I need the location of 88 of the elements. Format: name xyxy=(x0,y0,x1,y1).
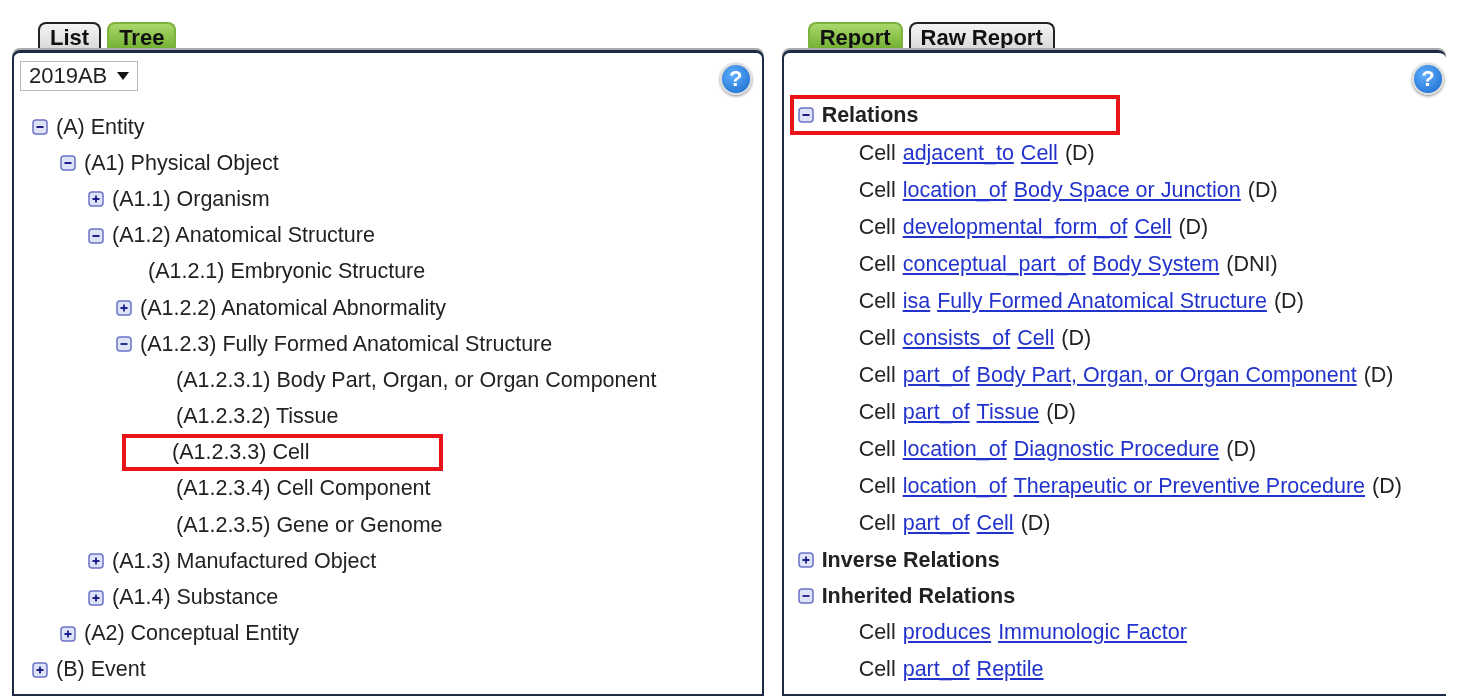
source-note: (D) xyxy=(1273,289,1304,314)
collapse-icon[interactable] xyxy=(88,227,104,244)
source-note: (D) xyxy=(1046,400,1076,425)
source-note: (D) xyxy=(1020,511,1051,536)
subject-text: Cell xyxy=(858,474,896,499)
section-title[interactable]: Inherited Relations xyxy=(821,583,1016,609)
subject-text: Cell xyxy=(858,511,896,536)
subject-text: Cell xyxy=(858,400,896,425)
expand-icon[interactable] xyxy=(116,300,132,317)
relation-link[interactable]: consists_of xyxy=(902,326,1011,351)
target-link[interactable]: Body Part, Organ, or Organ Component xyxy=(976,363,1357,388)
tree-item[interactable]: (A1.2.3.5) Gene or Genome xyxy=(176,510,443,540)
relation-link[interactable]: location_of xyxy=(902,474,1007,499)
collapse-icon[interactable] xyxy=(32,119,48,136)
section-title[interactable]: Inverse Relations xyxy=(821,547,1000,573)
collapse-icon[interactable] xyxy=(797,588,814,605)
relation-link[interactable]: part_of xyxy=(902,363,970,388)
tree-item[interactable]: (A1.2.3.1) Body Part, Organ, or Organ Component xyxy=(176,365,657,395)
target-link[interactable]: Body Space or Junction xyxy=(1013,178,1241,203)
collapse-icon[interactable] xyxy=(60,155,76,172)
source-note: (D) xyxy=(1064,141,1095,166)
expand-icon[interactable] xyxy=(88,191,104,208)
tree-item[interactable]: (A2) Conceptual Entity xyxy=(84,619,300,649)
target-link[interactable]: Cell xyxy=(1134,215,1172,240)
relation-link[interactable]: part_of xyxy=(902,511,970,536)
source-note: (D) xyxy=(1247,178,1278,203)
tree-item[interactable]: (A) Entity xyxy=(56,112,145,142)
target-link[interactable]: Cell xyxy=(1020,141,1058,166)
tree-item[interactable]: (A1.2.2) Anatomical Abnormality xyxy=(140,293,446,323)
relation-link[interactable]: developmental_form_of xyxy=(902,215,1128,240)
subject-text: Cell xyxy=(858,363,896,388)
relation-link[interactable]: adjacent_to xyxy=(902,141,1014,166)
tree-item[interactable]: (A1.3) Manufactured Object xyxy=(112,546,377,576)
version-dropdown[interactable]: 2019AB xyxy=(20,61,139,91)
source-note: (D) xyxy=(1363,363,1394,388)
subject-text: Cell xyxy=(858,657,896,683)
relation-link[interactable]: conceptual_part_of xyxy=(902,252,1086,277)
tab[interactable]: Report xyxy=(807,22,903,50)
source-note: (D) xyxy=(1372,474,1402,499)
relation-link[interactable]: isa xyxy=(902,289,931,314)
expand-icon[interactable] xyxy=(32,661,48,678)
subject-text: Cell xyxy=(858,178,896,203)
target-link[interactable]: Body System xyxy=(1092,252,1220,277)
subject-text: Cell xyxy=(858,326,896,351)
relation-link[interactable]: location_of xyxy=(902,178,1007,203)
tab[interactable]: Raw Report xyxy=(908,22,1055,50)
tree-item[interactable]: (A1.2.3) Fully Formed Anatomical Structure xyxy=(140,329,553,359)
source-note: (D) xyxy=(1226,437,1257,462)
target-link[interactable]: Immunologic Factor xyxy=(998,620,1187,646)
tree-item[interactable]: (A1.2.1) Embryonic Structure xyxy=(148,257,426,287)
section-title[interactable]: Relations xyxy=(821,102,919,128)
target-link[interactable]: Reptile xyxy=(976,657,1044,683)
subject-text: Cell xyxy=(858,215,896,240)
target-link[interactable]: Fully Formed Anatomical Structure xyxy=(937,289,1267,314)
relation-link[interactable]: part_of xyxy=(902,400,970,425)
tree-item[interactable]: (A1.2.3.4) Cell Component xyxy=(176,474,431,504)
subject-text: Cell xyxy=(858,141,896,166)
tree-item[interactable]: (A1.4) Substance xyxy=(112,583,279,613)
tree-item[interactable]: (A1.2) Anatomical Structure xyxy=(112,221,375,251)
relation-link[interactable]: produces xyxy=(902,620,992,646)
target-link[interactable]: Therapeutic or Preventive Procedure xyxy=(1013,474,1366,499)
target-link[interactable]: Cell xyxy=(976,511,1014,536)
subject-text: Cell xyxy=(858,437,896,462)
relation-link[interactable]: part_of xyxy=(902,657,970,683)
target-link[interactable]: Diagnostic Procedure xyxy=(1013,437,1220,462)
subject-text: Cell xyxy=(858,252,896,277)
source-note: (D) xyxy=(1178,215,1209,240)
collapse-icon[interactable] xyxy=(116,336,132,353)
tab[interactable]: Tree xyxy=(107,22,177,50)
caret-icon xyxy=(117,71,130,81)
source-note: (D) xyxy=(1061,326,1092,351)
tree-item[interactable]: (A1.2.3.3) Cell xyxy=(122,434,444,472)
tree-item[interactable]: (A1.1) Organism xyxy=(112,184,270,214)
expand-icon[interactable] xyxy=(60,625,76,642)
subject-text: Cell xyxy=(858,289,896,314)
collapse-icon[interactable] xyxy=(797,107,814,123)
tree-item[interactable]: (A1.2.3.2) Tissue xyxy=(176,402,339,432)
tab[interactable]: List xyxy=(38,22,102,50)
expand-icon[interactable] xyxy=(88,553,104,570)
expand-icon[interactable] xyxy=(88,589,104,606)
target-link[interactable]: Cell xyxy=(1017,326,1055,351)
source-note: (DNI) xyxy=(1226,252,1278,277)
relation-link[interactable]: location_of xyxy=(902,437,1007,462)
tree-item[interactable]: (B) Event xyxy=(56,655,146,685)
target-link[interactable]: Tissue xyxy=(976,400,1040,425)
subject-text: Cell xyxy=(858,620,896,646)
tree-item[interactable]: (A1) Physical Object xyxy=(84,148,279,178)
expand-icon[interactable] xyxy=(797,552,814,569)
